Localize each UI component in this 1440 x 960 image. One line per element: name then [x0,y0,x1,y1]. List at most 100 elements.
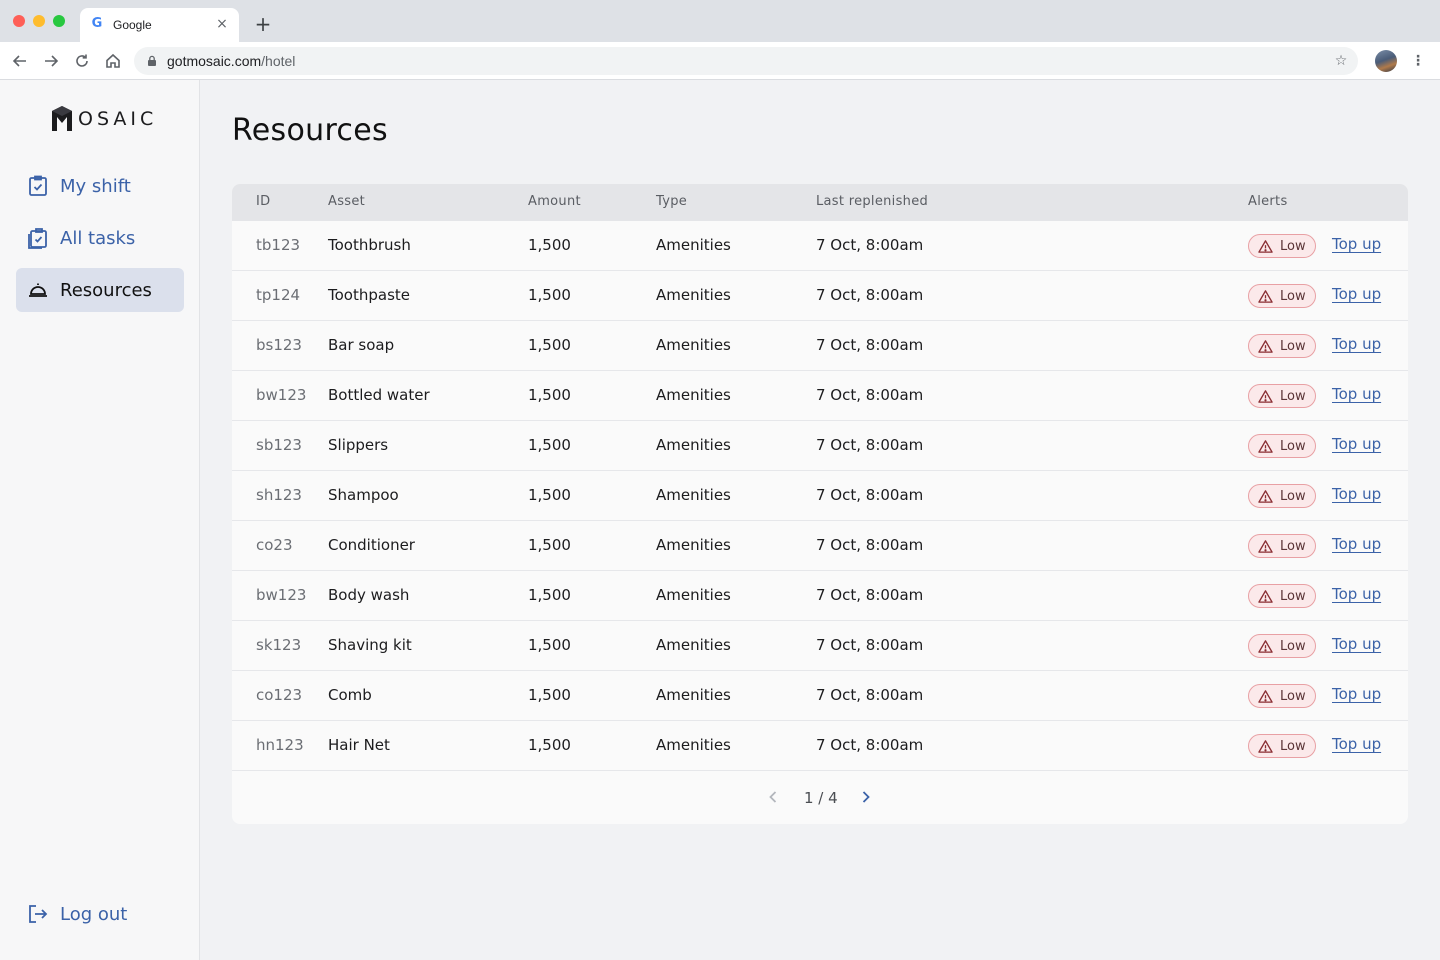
resources-table: ID Asset Amount Type Last replenished Al… [232,184,1408,824]
table-row: tb123 Toothbrush 1,500 Amenities 7 Oct, 8:00… [232,221,1408,271]
sidebar-item-resources[interactable]: Resources [16,268,184,312]
cell-amount: 1,500 [528,436,571,454]
low-stock-badge: Low [1248,484,1316,508]
pagination: 1 / 4 [232,772,1408,824]
warning-icon [1249,485,1277,507]
table-row: co123 Comb 1,500 Amenities 7 Oct, 8:00am Low T… [232,671,1408,721]
cell-asset: Bottled water [328,386,430,404]
top-up-link[interactable]: Top up [1332,735,1381,753]
top-up-link[interactable]: Top up [1332,385,1381,403]
profile-avatar[interactable] [1375,50,1397,72]
cell-amount: 1,500 [528,236,571,254]
alert-label: Low [1280,289,1306,304]
url-host: gotmosaic.com [167,53,262,69]
cell-amount: 1,500 [528,386,571,404]
browser-tab[interactable]: G Google × [80,8,239,42]
cell-asset: Conditioner [328,536,415,554]
mosaic-logo[interactable]: OSAIC [50,104,157,134]
cell-last-replenished: 7 Oct, 8:00am [816,686,924,704]
column-header-type: Type [656,194,688,209]
warning-icon [1249,435,1277,457]
star-icon[interactable]: ☆ [1332,52,1350,70]
sidebar-item-my-shift[interactable]: My shift [16,164,184,208]
top-up-link[interactable]: Top up [1332,285,1381,303]
cell-last-replenished: 7 Oct, 8:00am [816,286,924,304]
cell-id: sh123 [256,486,302,504]
top-up-link[interactable]: Top up [1332,635,1381,653]
top-up-link[interactable]: Top up [1332,435,1381,453]
cell-id: bs123 [256,336,302,354]
cell-type: Amenities [656,386,731,404]
address-bar[interactable]: gotmosaic.com/hotel ☆ [134,47,1358,75]
more-menu-icon[interactable]: ⋮ [1408,51,1428,71]
warning-icon [1249,385,1277,407]
sidebar-item-label: My shift [60,175,131,197]
table-row: tp124 Toothpaste 1,500 Amenities 7 Oct, 8:00… [232,271,1408,321]
low-stock-badge: Low [1248,584,1316,608]
cell-id: co123 [256,686,303,704]
previous-page-icon[interactable] [764,788,782,806]
home-icon[interactable] [103,51,123,71]
cell-last-replenished: 7 Oct, 8:00am [816,386,924,404]
low-stock-badge: Low [1248,334,1316,358]
service-bell-icon [26,278,50,302]
table-row: bw123 Body wash 1,500 Amenities 7 Oct, 8:00a… [232,571,1408,621]
warning-icon [1249,635,1277,657]
low-stock-badge: Low [1248,684,1316,708]
cell-id: tp124 [256,286,301,304]
alert-label: Low [1280,539,1306,554]
cell-type: Amenities [656,586,731,604]
cell-type: Amenities [656,686,731,704]
clipboard-check-icon [26,174,50,198]
top-up-link[interactable]: Top up [1332,485,1381,503]
minimize-window-button[interactable] [33,15,45,27]
column-header-amount: Amount [528,194,581,209]
alert-label: Low [1280,489,1306,504]
cell-type: Amenities [656,336,731,354]
reload-icon[interactable] [72,51,92,71]
cell-type: Amenities [656,536,731,554]
maximize-window-button[interactable] [53,15,65,27]
cell-id: bw123 [256,586,307,604]
cell-id: co23 [256,536,293,554]
table-header: ID Asset Amount Type Last replenished Al… [232,184,1408,221]
new-tab-icon[interactable]: + [253,14,273,34]
top-up-link[interactable]: Top up [1332,685,1381,703]
google-favicon-icon: G [91,16,103,31]
top-up-link[interactable]: Top up [1332,235,1381,253]
top-up-link[interactable]: Top up [1332,335,1381,353]
cell-asset: Toothpaste [328,286,410,304]
table-row: sb123 Slippers 1,500 Amenities 7 Oct, 8:00am… [232,421,1408,471]
cell-asset: Slippers [328,436,389,454]
back-icon[interactable] [10,51,30,71]
lock-icon [148,55,156,66]
browser-tab-bar: G Google × + [0,0,1440,42]
cell-last-replenished: 7 Oct, 8:00am [816,736,924,754]
table-row: sk123 Shaving kit 1,500 Amenities 7 Oct, 8:0… [232,621,1408,671]
low-stock-badge: Low [1248,734,1316,758]
table-row: sh123 Shampoo 1,500 Amenities 7 Oct, 8:00am L… [232,471,1408,521]
warning-icon [1249,235,1277,257]
column-header-last-replenished: Last replenished [816,194,929,209]
top-up-link[interactable]: Top up [1332,535,1381,553]
cell-amount: 1,500 [528,586,571,604]
close-tab-icon[interactable]: × [214,16,230,32]
logout-button[interactable]: Log out [16,892,184,936]
cell-amount: 1,500 [528,286,571,304]
close-window-button[interactable] [13,15,25,27]
low-stock-badge: Low [1248,534,1316,558]
top-up-link[interactable]: Top up [1332,585,1381,603]
logout-label: Log out [60,903,128,925]
warning-icon [1249,535,1277,557]
alert-label: Low [1280,739,1306,754]
warning-icon [1249,685,1277,707]
forward-icon[interactable] [41,51,61,71]
cell-asset: Shampoo [328,486,399,504]
logout-icon [26,902,50,926]
warning-icon [1249,335,1277,357]
cell-type: Amenities [656,436,731,454]
cell-asset: Toothbrush [328,236,411,254]
next-page-icon[interactable] [857,788,875,806]
sidebar-item-all-tasks[interactable]: All tasks [16,216,184,260]
cell-type: Amenities [656,486,731,504]
